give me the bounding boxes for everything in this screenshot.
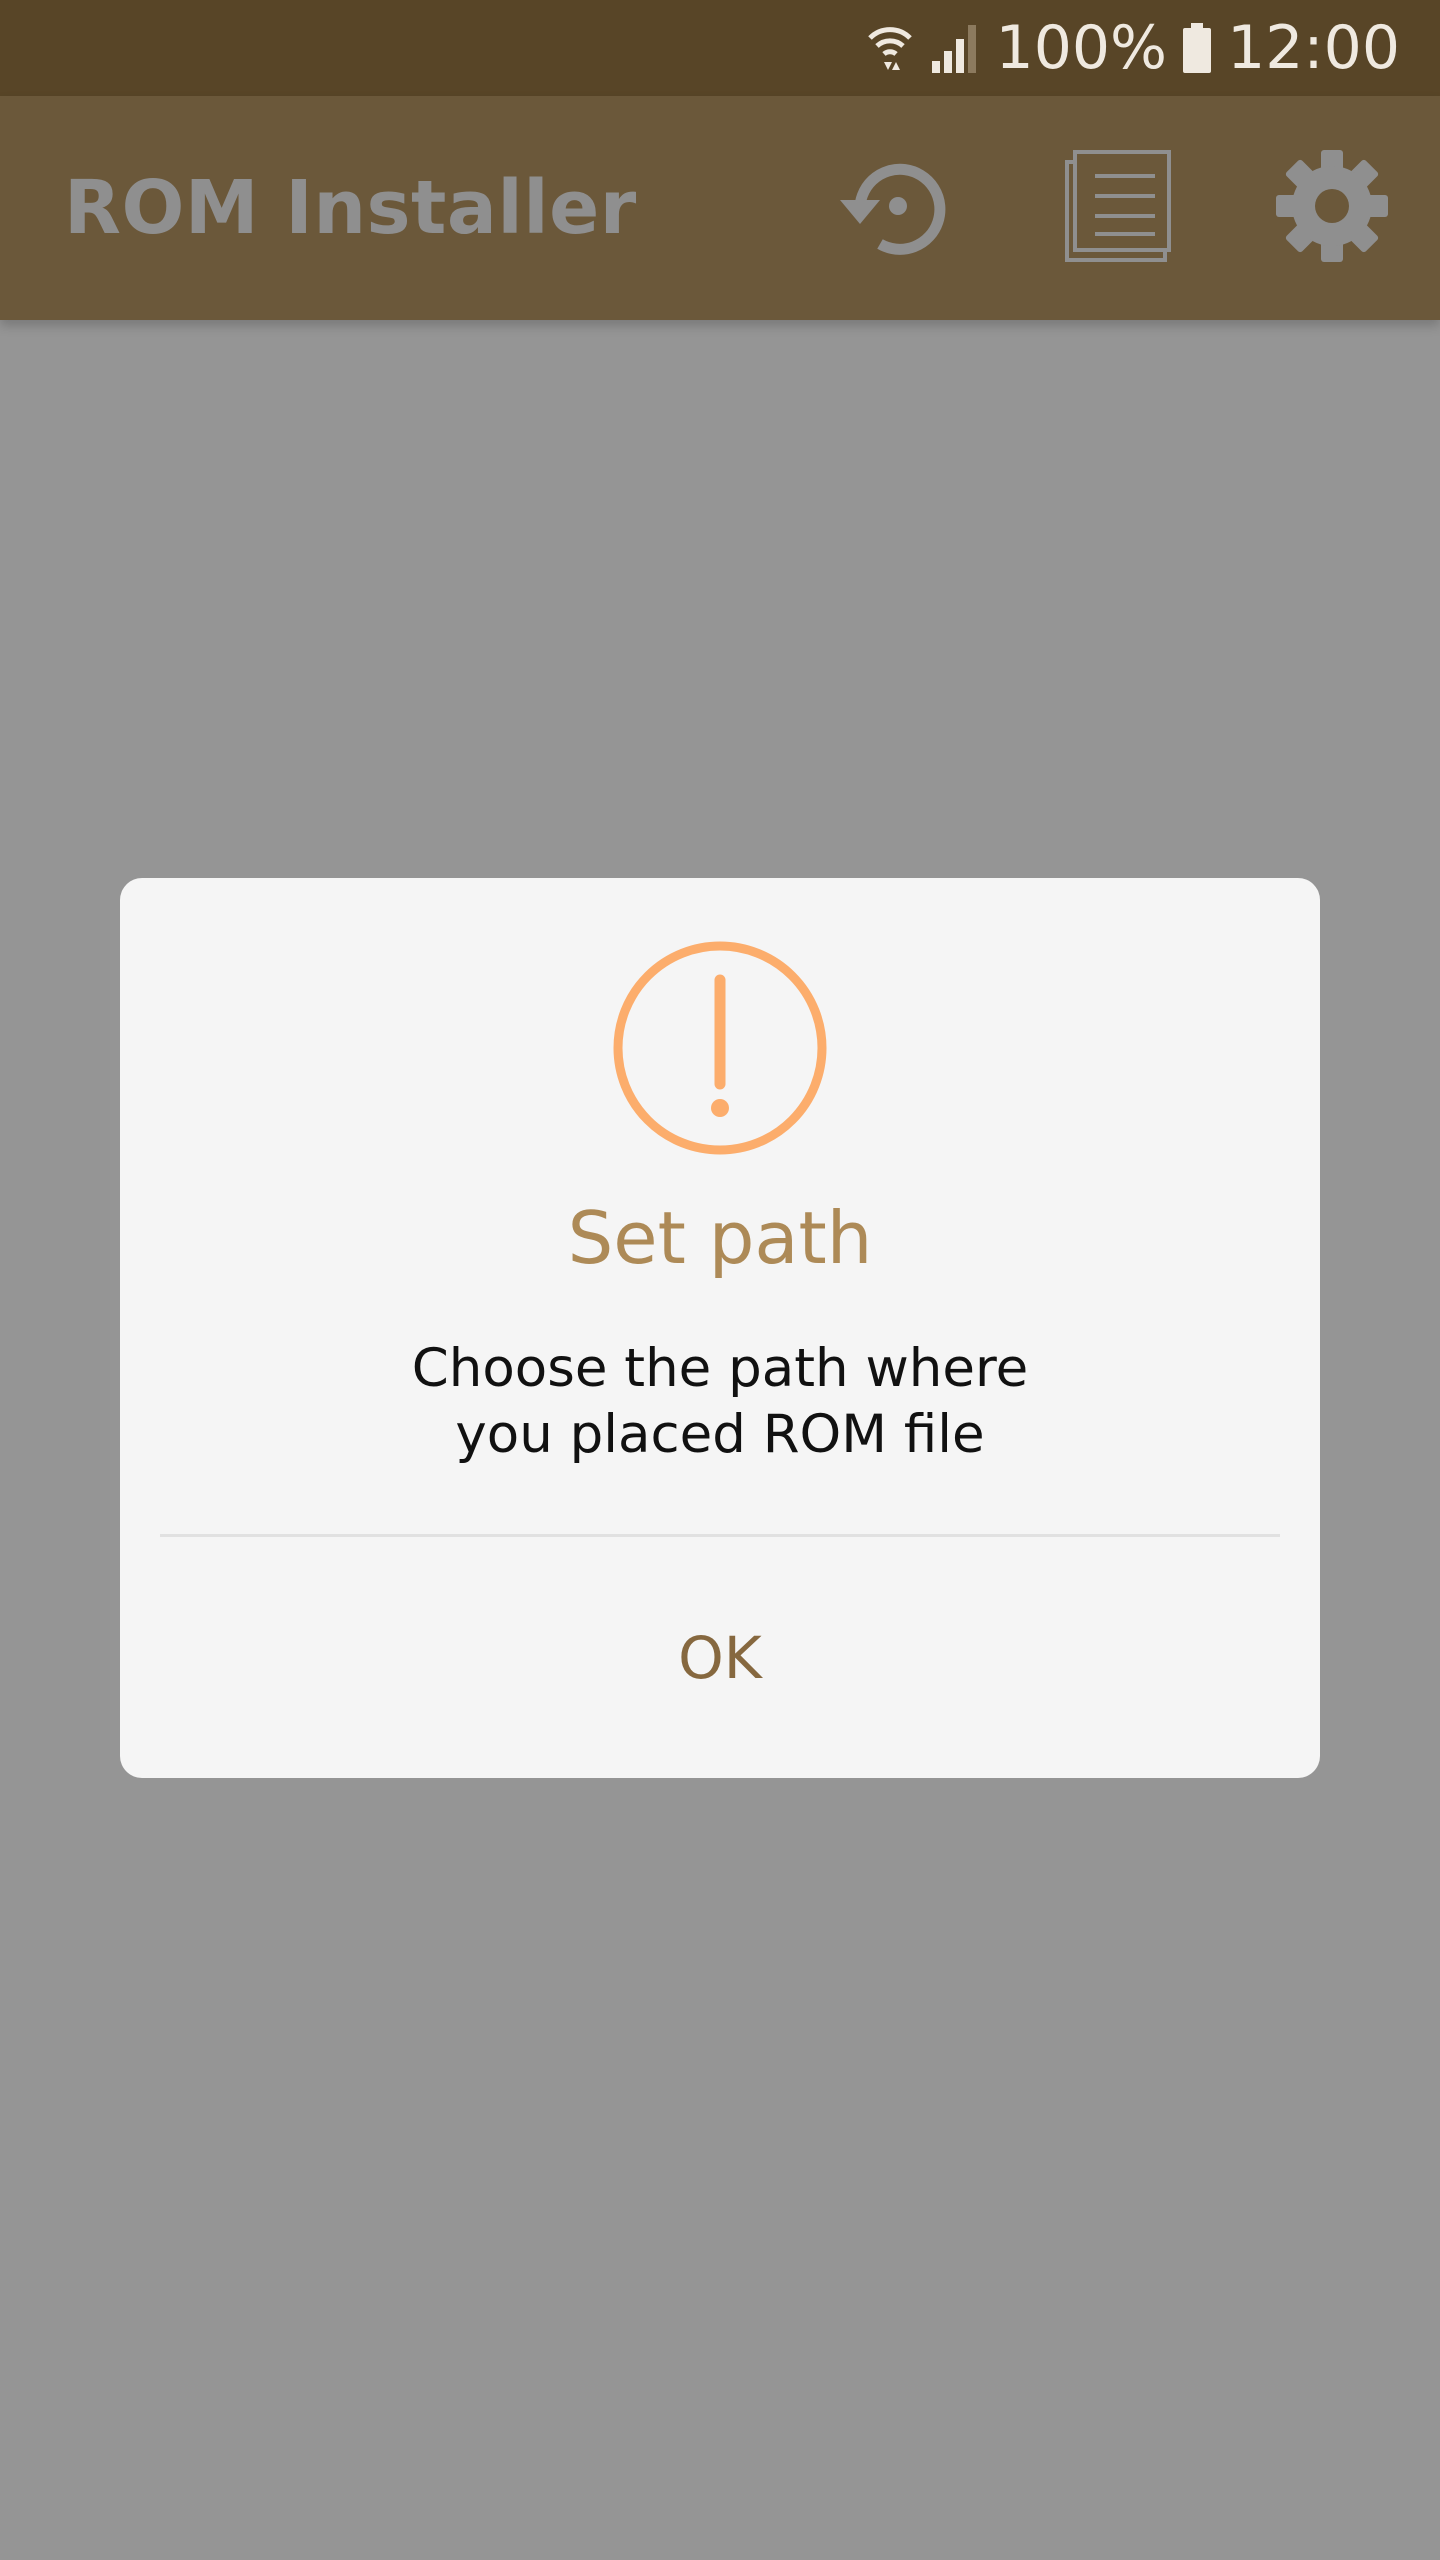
dialog-message-line-1: Choose the path where [411, 1338, 1029, 1399]
status-time: 12:00 [1227, 13, 1400, 83]
status-bar: 100% 12:00 [0, 0, 1440, 96]
log-button[interactable] [1055, 148, 1175, 268]
signal-icon [928, 21, 982, 75]
status-icons: 100% 12:00 [866, 0, 1400, 96]
set-path-dialog: Set path Choose the path where you place… [120, 878, 1320, 1778]
dialog-divider [160, 1534, 1280, 1537]
ok-button[interactable]: OK [120, 1538, 1320, 1778]
app-bar: ROM Installer [0, 96, 1440, 320]
log-icon [1057, 148, 1173, 268]
battery-percent: 100% [995, 13, 1168, 83]
dialog-message-line-2: you placed ROM file [455, 1404, 985, 1465]
app-title: ROM Installer [64, 165, 637, 251]
battery-icon [1181, 21, 1213, 75]
history-button[interactable] [835, 148, 955, 268]
gear-icon [1274, 148, 1390, 268]
dialog-title: Set path [567, 1196, 873, 1280]
dialog-message: Choose the path where you placed ROM fil… [270, 1336, 1170, 1468]
settings-button[interactable] [1272, 148, 1392, 268]
wifi-icon [866, 20, 914, 76]
history-icon [834, 150, 956, 266]
warning-circle-icon [612, 940, 828, 1156]
